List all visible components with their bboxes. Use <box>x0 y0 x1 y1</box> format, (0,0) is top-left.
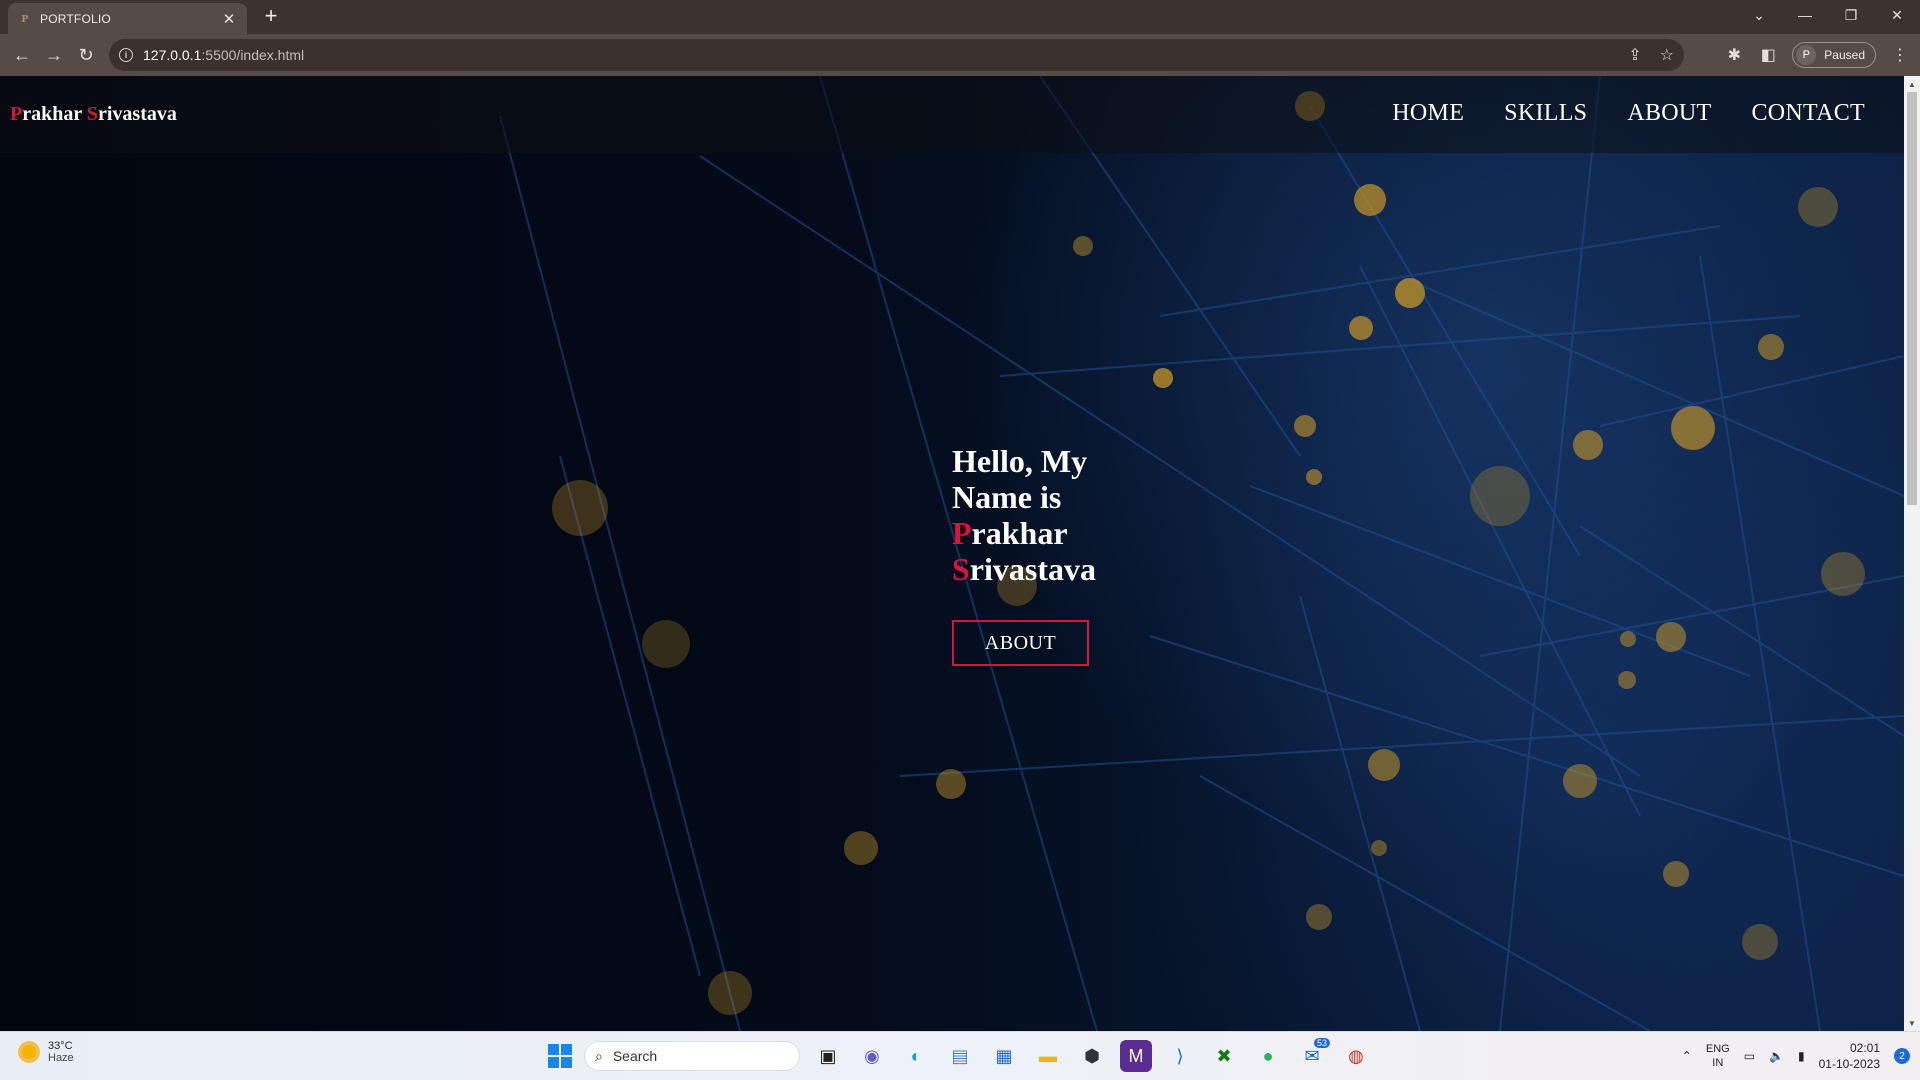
outlook-badge: 53 <box>1313 1038 1330 1048</box>
nav-home[interactable]: HOME <box>1392 100 1464 127</box>
toolbar-right: ✱ ◧ P Paused ⋮ <box>1724 39 1910 71</box>
search-icon: ⌕ <box>595 1047 603 1064</box>
brand-last-rest: rivastava <box>97 103 177 125</box>
nav-contact[interactable]: CONTACT <box>1751 100 1865 127</box>
site-nav: HOME SKILLS ABOUT CONTACT <box>1392 100 1865 127</box>
site-logo[interactable]: Prakhar Srivastava <box>10 103 177 126</box>
weather-condition: Haze <box>48 1052 74 1064</box>
lang-line-1: ENG <box>1705 1043 1730 1055</box>
xbox-icon[interactable]: ✖ <box>1208 1040 1240 1072</box>
back-icon[interactable]: ← <box>6 39 38 71</box>
windows-start-icon[interactable] <box>548 1044 572 1068</box>
taskbar-search[interactable]: ⌕ Search <box>584 1041 800 1071</box>
tab-title: PORTFOLIO <box>40 11 111 26</box>
temperature: 33°C <box>48 1040 73 1052</box>
taskbar: 33°C Haze ⌕ Search ▣ ◉ ◐ ▤ ▦ ▬ ⬢ M ⟩ ✖ ●… <box>0 1031 1920 1080</box>
address-bar[interactable]: i 127.0.0.1:5500/index.html ⇪ ☆ <box>109 39 1684 71</box>
scroll-down-icon[interactable]: ▼ <box>1904 1015 1920 1031</box>
site-header: Prakhar Srivastava HOME SKILLS ABOUT CON… <box>0 76 1904 153</box>
hero-heading: Hello, My Name is Prakhar Srivastava <box>952 443 1212 587</box>
input-language[interactable]: ENG IN <box>1706 1042 1730 1070</box>
brand-last-initial: S <box>86 103 98 125</box>
url-host: 127.0.0.1 <box>143 47 202 63</box>
hero-last-rest: rivastava <box>969 551 1096 587</box>
hero-last-initial: S <box>952 551 970 587</box>
favicon-icon: P <box>21 12 29 25</box>
notification-badge[interactable]: 2 <box>1894 1048 1910 1064</box>
reload-icon[interactable]: ↻ <box>70 39 102 71</box>
scroll-up-icon[interactable]: ▲ <box>1904 76 1920 92</box>
window-controls: ⌄ — ❐ ✕ <box>1736 0 1920 30</box>
sun-haze-icon <box>18 1041 40 1063</box>
hero-line-1: Hello, My <box>952 443 1088 479</box>
lang-line-2: IN <box>1712 1057 1724 1069</box>
search-placeholder: Search <box>612 1048 658 1064</box>
tab-strip: P PORTFOLIO ✕ + ⌄ — ❐ ✕ <box>0 0 1920 34</box>
store-icon[interactable]: ▦ <box>988 1040 1020 1072</box>
network-icon[interactable]: ▭ <box>1744 1049 1755 1063</box>
new-tab-button[interactable]: + <box>258 4 284 30</box>
page-scrollbar[interactable]: ▲ ▼ <box>1904 76 1920 1031</box>
unity-icon[interactable]: ⬢ <box>1076 1040 1108 1072</box>
weather-widget[interactable]: 33°C Haze <box>18 1040 74 1064</box>
url-path: :5500/index.html <box>201 47 305 63</box>
bookmark-star-icon[interactable]: ☆ <box>1660 45 1674 65</box>
edge-icon[interactable]: ◐ <box>900 1040 932 1072</box>
volume-icon[interactable]: 🔈 <box>1769 1049 1784 1063</box>
vs-icon[interactable]: M <box>1120 1040 1152 1072</box>
hero-line-2: Name is <box>952 479 1062 515</box>
tray-overflow-icon[interactable]: ⌃ <box>1682 1049 1692 1063</box>
teams-chat-icon[interactable]: ◉ <box>856 1040 888 1072</box>
avatar: P <box>1796 45 1817 65</box>
spotify-icon[interactable]: ● <box>1252 1040 1284 1072</box>
file-explorer-icon[interactable]: ▬ <box>1032 1040 1064 1072</box>
outlook-icon[interactable]: ✉ 53 <box>1296 1038 1330 1072</box>
taskbar-apps: ⌕ Search ▣ ◉ ◐ ▤ ▦ ▬ ⬢ M ⟩ ✖ ● ✉ 53 ◍ <box>548 1037 1372 1075</box>
nav-about[interactable]: ABOUT <box>1627 100 1711 127</box>
share-icon[interactable]: ⇪ <box>1628 45 1641 65</box>
side-panel-icon[interactable]: ◧ <box>1758 45 1778 65</box>
brand-first-initial: P <box>10 103 23 125</box>
scroll-thumb[interactable] <box>1907 92 1917 505</box>
clock[interactable]: 02:01 01-10-2023 <box>1819 1040 1880 1072</box>
system-tray: ⌃ ENG IN ▭ 🔈 ▮ 02:01 01-10-2023 2 <box>1682 1040 1910 1072</box>
hero-section: Hello, My Name is Prakhar Srivastava ABO… <box>952 443 1212 666</box>
time: 02:01 <box>1849 1041 1880 1055</box>
omnibox-actions: ⇪ ☆ <box>1628 39 1674 71</box>
minimize-icon[interactable]: — <box>1782 0 1828 30</box>
task-view-icon[interactable]: ▣ <box>812 1040 844 1072</box>
close-window-icon[interactable]: ✕ <box>1874 0 1920 30</box>
nav-skills[interactable]: SKILLS <box>1504 100 1587 127</box>
brand-first-rest: rakhar <box>22 103 87 125</box>
tab-portfolio[interactable]: P PORTFOLIO ✕ <box>8 3 247 34</box>
vscode-icon[interactable]: ⟩ <box>1164 1040 1196 1072</box>
battery-icon[interactable]: ▮ <box>1798 1049 1805 1063</box>
date: 01-10-2023 <box>1818 1057 1880 1071</box>
browser-toolbar: ← → ↻ i 127.0.0.1:5500/index.html ⇪ ☆ ✱ … <box>0 34 1920 76</box>
close-tab-icon[interactable]: ✕ <box>221 10 237 28</box>
profile-button[interactable]: P Paused <box>1792 42 1876 68</box>
profile-status: Paused <box>1824 48 1865 62</box>
page-viewport: Prakhar Srivastava HOME SKILLS ABOUT CON… <box>0 76 1904 1031</box>
chrome-icon[interactable]: ◍ <box>1340 1040 1372 1072</box>
hero-first-rest: rakhar <box>971 515 1068 551</box>
restore-icon[interactable]: ❐ <box>1828 0 1874 30</box>
tab-search-icon[interactable]: ⌄ <box>1736 0 1782 30</box>
hero-first-initial: P <box>952 515 972 551</box>
forward-icon[interactable]: → <box>38 39 70 71</box>
about-button[interactable]: ABOUT <box>952 620 1089 666</box>
site-info-icon[interactable]: i <box>119 48 133 62</box>
photos-icon[interactable]: ▤ <box>944 1040 976 1072</box>
menu-kebab-icon[interactable]: ⋮ <box>1890 45 1910 65</box>
extensions-icon[interactable]: ✱ <box>1724 45 1744 65</box>
